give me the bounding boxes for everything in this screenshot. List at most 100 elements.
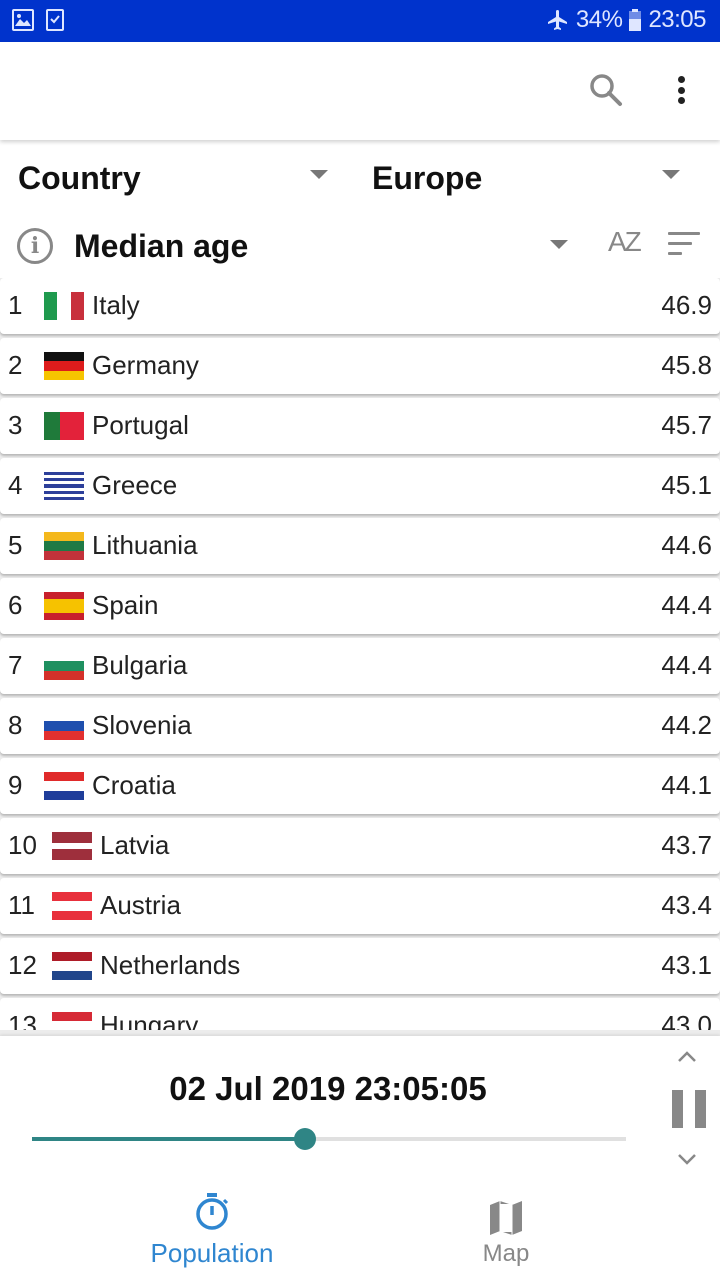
search-icon [590,74,622,106]
flag-icon [44,712,84,740]
tab-population[interactable]: Population [62,1182,362,1280]
list-item[interactable]: 12 Netherlands 43.1 [0,938,720,994]
task-check-icon [46,9,64,31]
list-item[interactable]: 7 Bulgaria 44.4 [0,638,720,694]
chevron-down-icon[interactable] [676,1148,698,1170]
flag-icon [44,472,84,500]
flag-icon [52,892,92,920]
flag-icon [44,592,84,620]
pause-icon [672,1090,683,1128]
app-bar [0,42,720,140]
median-age-value: 44.4 [661,650,712,680]
metric-dropdown-label: Median age [74,227,249,264]
rank-number: 12 [8,950,37,980]
list-item[interactable]: 1 Italy 46.9 [0,278,720,334]
country-name: Hungary [100,1010,199,1030]
sort-icon [668,232,700,235]
info-icon[interactable]: i [17,228,53,264]
median-age-value: 44.1 [661,770,712,800]
chevron-up-icon[interactable] [676,1046,698,1068]
country-name: Croatia [92,770,176,800]
country-name: Bulgaria [92,650,188,680]
rank-number: 4 [8,470,23,500]
airplane-icon [547,10,567,30]
list-item[interactable]: 8 Slovenia 44.2 [0,698,720,754]
flag-icon [44,772,84,800]
country-name: Greece [92,470,178,500]
region-dropdown[interactable]: Europe [372,156,682,200]
rank-number: 1 [8,290,23,320]
sort-alpha-icon: AZ [608,226,642,257]
flag-icon [44,412,84,440]
region-dropdown-label: Europe [372,159,483,196]
list-item[interactable]: 10 Latvia 43.7 [0,818,720,874]
caret-down-icon [550,240,568,249]
search-button[interactable] [588,72,624,108]
flag-icon [44,532,84,560]
bottom-navigation: Population Map [0,1182,720,1280]
country-name: Italy [92,290,140,320]
median-age-value: 46.9 [661,290,712,320]
median-age-value: 43.7 [661,830,712,860]
flag-icon [44,292,84,320]
map-icon [490,1201,522,1235]
country-name: Spain [92,590,159,620]
list-item[interactable]: 6 Spain 44.4 [0,578,720,634]
ranking-list[interactable]: 1 Italy 46.9 2 Germany 45.8 3 Portugal 45.7 4 Gree… [0,278,720,1030]
country-name: Austria [100,890,181,920]
rank-number: 13 [8,1010,37,1030]
tab-population-label: Population [150,1238,274,1268]
rank-number: 2 [8,350,23,380]
country-name: Latvia [100,830,170,860]
timeline-slider[interactable] [32,1128,626,1150]
sort-alpha-button[interactable]: AZ [608,226,642,258]
country-name: Germany [92,350,199,380]
rank-number: 11 [8,890,35,920]
slider-thumb[interactable] [294,1128,317,1150]
tab-map[interactable]: Map [356,1182,656,1280]
timeline-player: 02 Jul 2019 23:05:05 [0,1036,720,1182]
rank-number: 6 [8,590,23,620]
list-item[interactable]: 3 Portugal 45.7 [0,398,720,454]
filters-panel: Country Europe i Median age AZ [0,140,720,278]
battery-percent: 34% [575,6,623,33]
metric-dropdown[interactable]: Median age [74,224,570,268]
rank-number: 9 [8,770,23,800]
pause-button[interactable] [672,1090,706,1128]
tab-map-label: Map [482,1240,530,1267]
list-item[interactable]: 5 Lithuania 44.6 [0,518,720,574]
median-age-value: 43.1 [661,950,712,980]
median-age-value: 45.1 [661,470,712,500]
rank-number: 8 [8,710,23,740]
country-name: Portugal [92,410,189,440]
clock: 23:05 [648,6,706,33]
list-item[interactable]: 4 Greece 45.1 [0,458,720,514]
list-item[interactable]: 13 Hungary 43.0 [0,998,720,1030]
flag-icon [44,352,84,380]
flag-icon [52,952,92,980]
sort-value-button[interactable] [668,232,702,258]
median-age-value: 44.6 [661,530,712,560]
country-name: Lithuania [92,530,198,560]
rank-number: 5 [8,530,23,560]
list-item[interactable]: 9 Croatia 44.1 [0,758,720,814]
country-name: Slovenia [92,710,192,740]
current-datetime: 02 Jul 2019 23:05:05 [169,1070,487,1107]
more-options-button[interactable] [668,72,694,108]
median-age-value: 44.4 [661,590,712,620]
flag-icon [44,652,84,680]
flag-icon [52,1012,92,1030]
list-item[interactable]: 11 Austria 43.4 [0,878,720,934]
slider-fill [32,1137,306,1141]
median-age-value: 43.4 [661,890,712,920]
flag-icon [52,832,92,860]
country-name: Netherlands [100,950,241,980]
median-age-value: 45.8 [661,350,712,380]
rank-number: 3 [8,410,23,440]
more-vert-icon [677,76,685,83]
entity-dropdown[interactable]: Country [18,156,330,200]
rank-number: 10 [8,830,37,860]
list-item[interactable]: 2 Germany 45.8 [0,338,720,394]
median-age-value: 43.0 [661,1010,712,1030]
median-age-value: 44.2 [661,710,712,740]
